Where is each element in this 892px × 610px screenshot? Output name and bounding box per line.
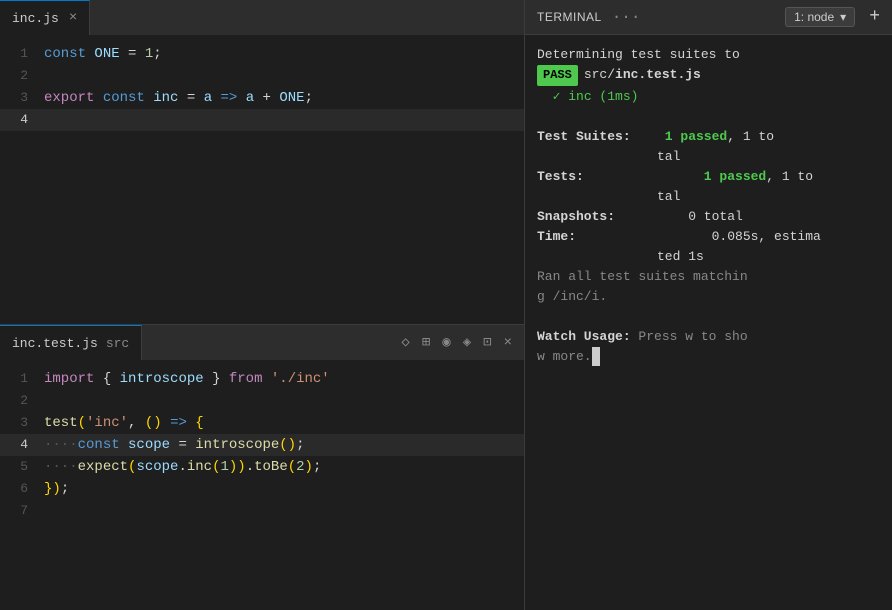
grid-icon[interactable]: ⊞ [420, 332, 432, 353]
terminal-text: tal [537, 187, 680, 206]
terminal-label: Time: [537, 227, 657, 246]
terminal-text: tal [537, 147, 680, 166]
code-line: 2 [0, 65, 524, 87]
terminal-cursor [592, 347, 600, 366]
terminal-text: Ran all test suites matchin [537, 267, 748, 286]
tab-inc-js-name: inc.js [12, 11, 59, 26]
node-label: 1: node [794, 10, 834, 24]
line-number: 3 [0, 87, 40, 109]
main-layout: inc.js × 1 const ONE = 1; 2 3 exp [0, 0, 892, 610]
line-number: 1 [0, 43, 40, 65]
terminal-line: Determining test suites to [537, 45, 880, 64]
editor-bottom: inc.test.js src ◇ ⊞ ◉ ◈ ⊡ × 1 import { i… [0, 325, 524, 610]
line-content: const ONE = 1; [40, 43, 524, 65]
scope-icon[interactable]: ◈ [461, 332, 473, 353]
tab-icons: ◇ ⊞ ◉ ◈ ⊡ × [399, 332, 524, 353]
code-line: 1 import { introscope } from './inc' [0, 368, 524, 390]
tab-test-filename: inc.test.js [12, 336, 98, 351]
terminal-pass-line: PASS src/inc.test.js [537, 65, 880, 86]
line-number: 1 [0, 368, 40, 390]
terminal-ran-line: Ran all test suites matchin [537, 267, 880, 286]
terminal-header: TERMINAL ··· 1: node ▾ + [525, 0, 892, 35]
panel-icon[interactable]: ⊡ [481, 332, 493, 353]
line-number: 2 [0, 65, 40, 87]
terminal-label: Snapshots: [537, 207, 657, 226]
close-icon[interactable]: × [69, 10, 77, 26]
terminal-value: 1 passed [657, 167, 766, 186]
terminal-text: ted 1s [537, 247, 704, 266]
code-line: 5 ····expect(scope.inc(1)).toBe(2); [0, 456, 524, 478]
terminal-suite-line: Test Suites: 1 passed , 1 to [537, 127, 880, 146]
code-area-top: 1 const ONE = 1; 2 3 export const inc = … [0, 35, 524, 324]
line-content: ····expect(scope.inc(1)).toBe(2); [40, 456, 524, 478]
terminal-label: Tests: [537, 167, 657, 186]
terminal-blank2 [537, 307, 880, 326]
terminal-value2: , 1 to [727, 127, 774, 146]
chevron-down-icon: ▾ [840, 10, 846, 24]
terminal-text: Determining test suites to [537, 45, 740, 64]
terminal-label: Test Suites: [537, 127, 657, 146]
code-line: 3 test('inc', () => { [0, 412, 524, 434]
tab-test-path: src [106, 336, 129, 351]
line-content: ····const scope = introscope(); [40, 434, 524, 456]
tab-inc-js[interactable]: inc.js × [0, 0, 90, 35]
terminal-title: TERMINAL [537, 10, 602, 24]
code-line-active: 4 [0, 109, 524, 131]
terminal-panel: TERMINAL ··· 1: node ▾ + Determining tes… [525, 0, 892, 610]
line-content: import { introscope } from './inc' [40, 368, 524, 390]
terminal-value: 1 passed [657, 127, 727, 146]
terminal-time-line: Time: 0.085s, estima [537, 227, 880, 246]
terminal-value2: , 1 to [766, 167, 813, 186]
terminal-check-line: ✓ inc (1ms) [537, 87, 880, 106]
terminal-text: g /inc/i. [537, 287, 607, 306]
tab-bar-bottom: inc.test.js src ◇ ⊞ ◉ ◈ ⊡ × [0, 325, 524, 360]
line-number: 7 [0, 500, 40, 522]
line-number: 6 [0, 478, 40, 500]
code-line: 7 [0, 500, 524, 522]
editor-panel: inc.js × 1 const ONE = 1; 2 3 exp [0, 0, 525, 610]
code-area-bottom: 1 import { introscope } from './inc' 2 3… [0, 360, 524, 610]
line-content: }); [40, 478, 524, 500]
editor-top: inc.js × 1 const ONE = 1; 2 3 exp [0, 0, 524, 325]
terminal-ran-cont: g /inc/i. [537, 287, 880, 306]
line-content: test('inc', () => { [40, 412, 524, 434]
diamond-icon[interactable]: ◇ [399, 332, 411, 353]
code-line: 1 const ONE = 1; [0, 43, 524, 65]
terminal-value: 0 total [657, 207, 743, 226]
code-line: 2 [0, 390, 524, 412]
terminal-content: Determining test suites to PASS src/inc.… [525, 35, 892, 610]
line-number: 4 [0, 434, 40, 456]
terminal-more-icon[interactable]: ··· [612, 8, 641, 26]
eye-icon[interactable]: ◉ [440, 332, 452, 353]
code-line-active: 4 ····const scope = introscope(); [0, 434, 524, 456]
terminal-tests-cont: tal [537, 187, 880, 206]
terminal-watch-label: Watch Usage: [537, 327, 631, 346]
terminal-watch-value: Press w to sho [631, 327, 748, 346]
line-number: 5 [0, 456, 40, 478]
terminal-watch-line: Watch Usage: Press w to sho [537, 327, 880, 346]
terminal-node-selector[interactable]: 1: node ▾ [785, 7, 855, 27]
terminal-blank [537, 107, 880, 126]
tab-bar-top: inc.js × [0, 0, 524, 35]
terminal-suite-cont: tal [537, 147, 880, 166]
code-line: 6 }); [0, 478, 524, 500]
line-content: export const inc = a => a + ONE; [40, 87, 524, 109]
pass-badge: PASS [537, 65, 578, 86]
terminal-value: 0.085s, estima [657, 227, 821, 246]
terminal-snapshots-line: Snapshots: 0 total [537, 207, 880, 226]
close-icon[interactable]: × [502, 333, 514, 353]
terminal-path: src/inc.test.js [584, 65, 701, 86]
terminal-text: w more. [537, 347, 600, 366]
terminal-tests-line: Tests: 1 passed , 1 to [537, 167, 880, 186]
line-number: 4 [0, 109, 40, 131]
add-terminal-icon[interactable]: + [869, 7, 880, 27]
terminal-time-cont: ted 1s [537, 247, 880, 266]
code-line: 3 export const inc = a => a + ONE; [0, 87, 524, 109]
line-number: 2 [0, 390, 40, 412]
terminal-watch-cont: w more. [537, 347, 880, 366]
terminal-check: ✓ inc (1ms) [537, 87, 638, 106]
tab-test-js[interactable]: inc.test.js src [0, 325, 142, 360]
line-number: 3 [0, 412, 40, 434]
